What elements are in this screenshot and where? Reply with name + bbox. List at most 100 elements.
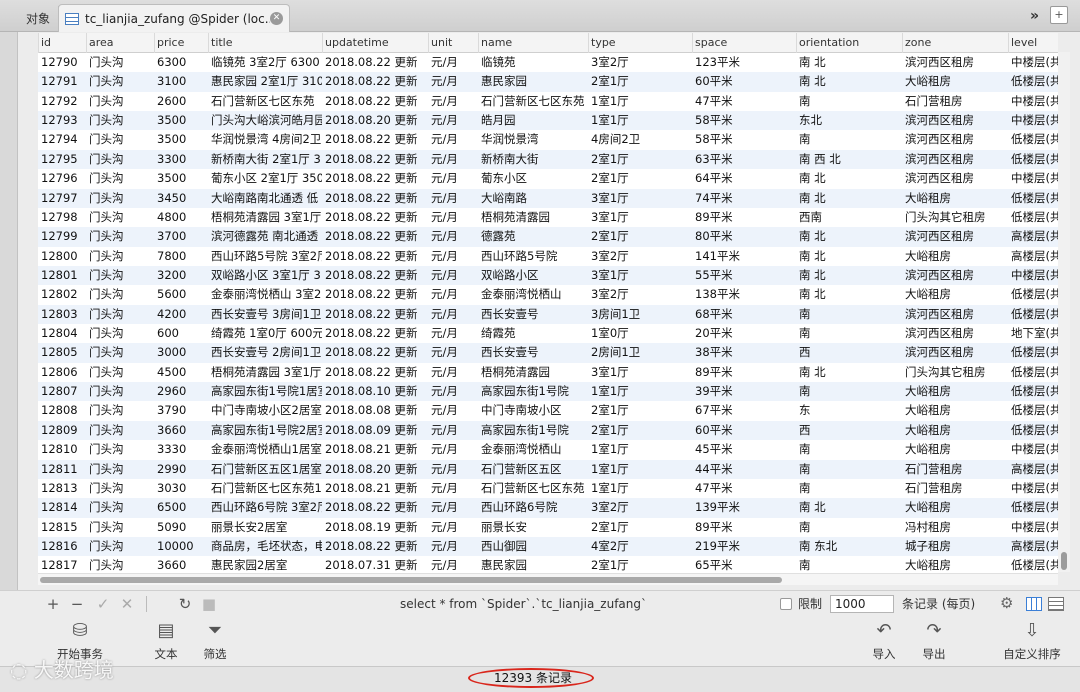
table-row[interactable]: 12809 门头沟 3660 高家园东街1号院2居室 2018.08.09 更新 元/月高… — [38, 420, 1058, 441]
cell-level[interactable]: 低楼层(共 — [1008, 363, 1058, 382]
cell-orientation[interactable]: 南 — [796, 92, 902, 111]
cell-updatetime[interactable]: 2018.08.22 更新 — [322, 92, 428, 111]
cell-orientation[interactable]: 南 — [796, 556, 902, 573]
cell-orientation[interactable]: 南 北 — [796, 266, 902, 285]
cell-orientation[interactable]: 南 北 — [796, 285, 902, 304]
cell-price[interactable]: 3500 — [154, 111, 208, 130]
cell-unit[interactable]: 元/月 — [428, 382, 478, 401]
cell-unit[interactable]: 元/月 — [428, 401, 478, 420]
cell-area[interactable]: 门头沟 — [86, 324, 154, 343]
cell-zone[interactable]: 大峪租房 — [902, 498, 1008, 517]
cell-updatetime[interactable]: 2018.08.09 更新 — [322, 421, 428, 440]
cell-level[interactable]: 低楼层(共 — [1008, 382, 1058, 401]
cell-updatetime[interactable]: 2018.08.21 更新 — [322, 440, 428, 459]
cell-level[interactable]: 低楼层(共 — [1008, 72, 1058, 91]
cell-orientation[interactable]: 东北 — [796, 111, 902, 130]
cell-space[interactable]: 63平米 — [692, 150, 796, 169]
cell-level[interactable]: 高楼层(共 — [1008, 537, 1058, 556]
cell-space[interactable]: 45平米 — [692, 440, 796, 459]
cell-area[interactable]: 门头沟 — [86, 421, 154, 440]
cell-id[interactable]: 12803 — [38, 305, 86, 324]
cell-zone[interactable]: 石门营租房 — [902, 479, 1008, 498]
cell-unit[interactable]: 元/月 — [428, 150, 478, 169]
column-header-level[interactable]: level — [1008, 33, 1058, 53]
cell-price[interactable]: 3200 — [154, 266, 208, 285]
cell-area[interactable]: 门头沟 — [86, 169, 154, 188]
cell-type[interactable]: 1室0厅 — [588, 324, 692, 343]
cell-name[interactable]: 西长安壹号 — [478, 343, 588, 362]
cell-updatetime[interactable]: 2018.08.22 更新 — [322, 53, 428, 72]
cell-orientation[interactable]: 南 北 — [796, 247, 902, 266]
apply-changes-button[interactable]: ✓ — [94, 595, 112, 613]
cell-type[interactable]: 2室1厅 — [588, 401, 692, 420]
add-record-button[interactable]: + — [44, 595, 62, 613]
cell-updatetime[interactable]: 2018.08.22 更新 — [322, 227, 428, 246]
cell-updatetime[interactable]: 2018.08.22 更新 — [322, 324, 428, 343]
cell-level[interactable]: 中楼层(共 — [1008, 92, 1058, 111]
cell-orientation[interactable]: 南 北 — [796, 169, 902, 188]
cell-space[interactable]: 89平米 — [692, 518, 796, 537]
cell-space[interactable]: 47平米 — [692, 92, 796, 111]
cell-unit[interactable]: 元/月 — [428, 460, 478, 479]
cell-price[interactable]: 5600 — [154, 285, 208, 304]
cell-level[interactable]: 低楼层(共 — [1008, 421, 1058, 440]
cell-id[interactable]: 12801 — [38, 266, 86, 285]
cell-name[interactable]: 西长安壹号 — [478, 305, 588, 324]
cell-id[interactable]: 12792 — [38, 92, 86, 111]
cell-area[interactable]: 门头沟 — [86, 285, 154, 304]
cell-orientation[interactable]: 西南 — [796, 208, 902, 227]
table-row[interactable]: 12804 门头沟 600 绮霞苑 1室0厅 600元 2018.08.22 更新 元/月… — [38, 324, 1058, 343]
column-header-zone[interactable]: zone — [902, 33, 1008, 53]
cell-id[interactable]: 12813 — [38, 479, 86, 498]
cell-updatetime[interactable]: 2018.07.31 更新 — [322, 556, 428, 573]
cell-unit[interactable]: 元/月 — [428, 421, 478, 440]
cell-space[interactable]: 60平米 — [692, 421, 796, 440]
cell-level[interactable]: 低楼层(共 — [1008, 305, 1058, 324]
cell-orientation[interactable]: 南 — [796, 305, 902, 324]
cell-space[interactable]: 89平米 — [692, 363, 796, 382]
cell-type[interactable]: 3室2厅 — [588, 285, 692, 304]
cell-updatetime[interactable]: 2018.08.22 更新 — [322, 150, 428, 169]
cell-orientation[interactable]: 南 东北 — [796, 537, 902, 556]
cell-space[interactable]: 89平米 — [692, 208, 796, 227]
delete-record-button[interactable]: − — [68, 595, 86, 613]
vertical-scroll-thumb[interactable] — [1061, 552, 1067, 570]
cell-unit[interactable]: 元/月 — [428, 305, 478, 324]
cell-title[interactable]: 金泰丽湾悦栖山 3室2 — [208, 285, 322, 304]
cell-unit[interactable]: 元/月 — [428, 247, 478, 266]
cell-name[interactable]: 西山环路5号院 — [478, 247, 588, 266]
cell-type[interactable]: 1室1厅 — [588, 111, 692, 130]
cell-title[interactable]: 新桥南大街 2室1厅 3 — [208, 150, 322, 169]
cell-name[interactable]: 石门营新区七区东苑 — [478, 92, 588, 111]
cell-orientation[interactable]: 南 北 — [796, 189, 902, 208]
cell-space[interactable]: 65平米 — [692, 556, 796, 573]
table-row[interactable]: 12793 门头沟 3500 门头沟大峪滨河皓月园 2018.08.20 更新 元/月 皓月… — [38, 111, 1058, 131]
cell-area[interactable]: 门头沟 — [86, 460, 154, 479]
cell-level[interactable]: 中楼层(共 — [1008, 440, 1058, 459]
cell-updatetime[interactable]: 2018.08.21 更新 — [322, 479, 428, 498]
cell-id[interactable]: 12808 — [38, 401, 86, 420]
cell-level[interactable]: 低楼层(共 — [1008, 285, 1058, 304]
cell-unit[interactable]: 元/月 — [428, 518, 478, 537]
cell-area[interactable]: 门头沟 — [86, 266, 154, 285]
cell-name[interactable]: 惠民家园 — [478, 556, 588, 573]
cell-space[interactable]: 64平米 — [692, 169, 796, 188]
cell-space[interactable]: 58平米 — [692, 111, 796, 130]
cell-title[interactable]: 金泰丽湾悦栖山1居室 — [208, 440, 322, 459]
cell-price[interactable]: 3660 — [154, 421, 208, 440]
cell-space[interactable]: 74平米 — [692, 189, 796, 208]
column-header-space[interactable]: space — [692, 33, 796, 53]
cell-title[interactable]: 西山环路6号院 3室2厅 — [208, 498, 322, 517]
cell-space[interactable]: 58平米 — [692, 130, 796, 149]
cell-level[interactable]: 低楼层(共 — [1008, 189, 1058, 208]
cell-area[interactable]: 门头沟 — [86, 53, 154, 72]
cell-space[interactable]: 141平米 — [692, 247, 796, 266]
cell-orientation[interactable]: 南 北 — [796, 363, 902, 382]
cell-price[interactable]: 2600 — [154, 92, 208, 111]
cell-updatetime[interactable]: 2018.08.22 更新 — [322, 537, 428, 556]
column-header-updatetime[interactable]: updatetime — [322, 33, 428, 53]
cell-name[interactable]: 绮霞苑 — [478, 324, 588, 343]
cell-title[interactable]: 石门营新区七区东苑1 — [208, 479, 322, 498]
cell-price[interactable]: 3330 — [154, 440, 208, 459]
cell-type[interactable]: 1室1厅 — [588, 460, 692, 479]
